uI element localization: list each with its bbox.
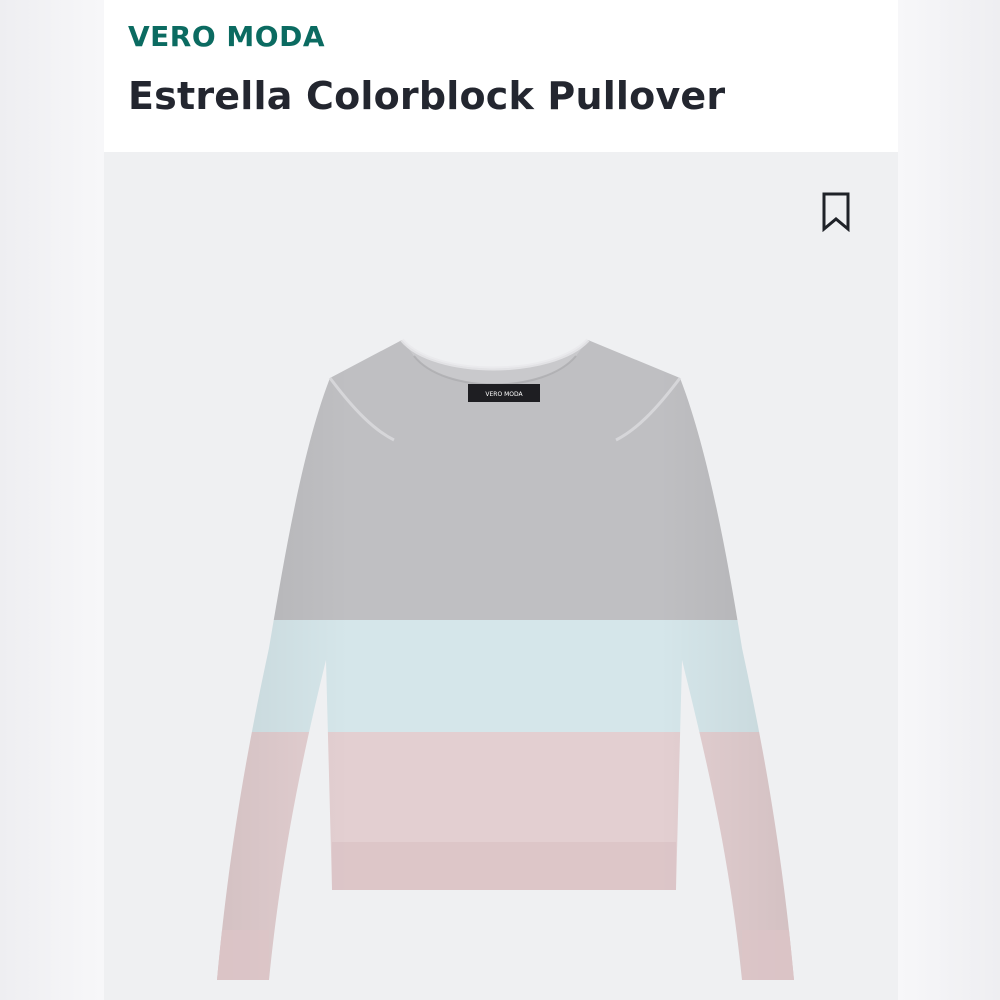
product-image-area[interactable]: VERO MODA [104, 152, 898, 1000]
brand-name[interactable]: VERO MODA [128, 20, 325, 54]
neck-tag: VERO MODA [468, 384, 540, 402]
save-button[interactable] [814, 186, 858, 238]
product-page: VERO MODA Estrella Colorblock Pullover V… [0, 0, 1000, 1000]
bookmark-icon [822, 192, 850, 232]
product-header: VERO MODA Estrella Colorblock Pullover [104, 0, 898, 152]
product-image: VERO MODA [217, 338, 794, 980]
neck-label: VERO MODA [485, 391, 523, 398]
product-card: VERO MODA Estrella Colorblock Pullover V… [104, 0, 898, 1000]
product-title: Estrella Colorblock Pullover [128, 74, 726, 118]
